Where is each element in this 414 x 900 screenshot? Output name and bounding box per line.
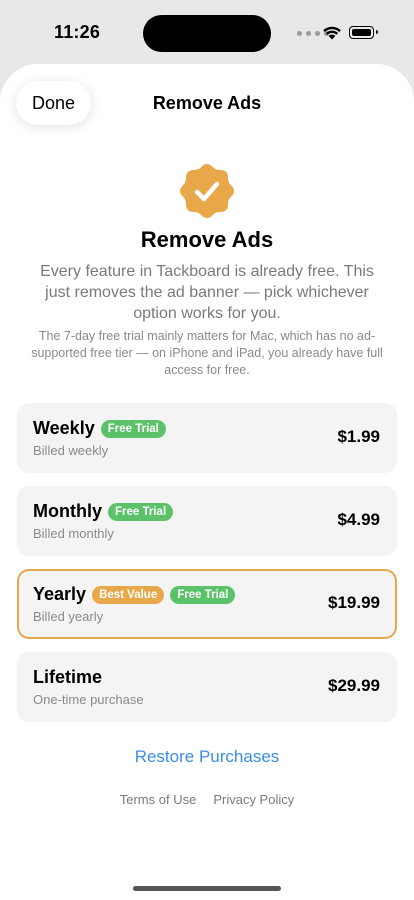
hero-title: Remove Ads — [140, 227, 274, 252]
plan-lifetime[interactable]: Lifetime One-time purchase $29.99 — [17, 652, 397, 722]
plan-name-row: Lifetime — [33, 667, 102, 688]
plan-subtitle: One-time purchase — [33, 692, 144, 707]
plan-subtitle: Billed monthly — [33, 526, 114, 541]
terms-of-use-link[interactable]: Terms of Use — [120, 792, 197, 807]
plan-name: Monthly — [33, 501, 102, 521]
plan-name: Weekly — [33, 418, 95, 438]
status-bar: 11:26 — [0, 0, 414, 62]
hero-description: Every feature in Tackboard is already fr… — [40, 263, 374, 322]
best-value-badge: Best Value — [92, 585, 165, 604]
plan-monthly[interactable]: Monthly Free Trial Billed monthly $4.99 — [17, 486, 397, 556]
restore-purchases-button[interactable]: Restore Purchases — [0, 747, 414, 767]
privacy-policy-link[interactable]: Privacy Policy — [213, 792, 294, 807]
plan-yearly[interactable]: Yearly Best Value Free Trial Billed year… — [17, 569, 397, 639]
plan-subtitle: Billed weekly — [33, 443, 109, 458]
plan-price: $4.99 — [337, 510, 380, 529]
sheet-title: Remove Ads — [152, 93, 262, 113]
home-indicator — [133, 886, 281, 891]
plan-price: $1.99 — [337, 427, 380, 446]
hero-note: The 7-day free trial mainly matters for … — [31, 329, 383, 377]
free-trial-badge: Free Trial — [170, 585, 236, 604]
battery-icon — [349, 26, 378, 39]
remove-ads-sheet: Done Remove Ads Remove Ads Every feature… — [0, 64, 414, 900]
status-time: 11:26 — [54, 22, 101, 42]
plan-name: Lifetime — [33, 667, 103, 687]
plan-price: $29.99 — [328, 676, 380, 695]
wifi-icon — [323, 26, 341, 40]
free-trial-badge: Free Trial — [108, 502, 174, 521]
dynamic-island — [143, 15, 271, 52]
plan-name: Yearly — [33, 584, 87, 604]
plan-name-row: Monthly Free Trial — [33, 501, 174, 522]
plan-name-row: Weekly Free Trial — [33, 418, 166, 439]
free-trial-badge: Free Trial — [100, 419, 166, 438]
checkmark-seal-icon — [180, 164, 234, 218]
footer-links: Terms of Use Privacy Policy — [0, 792, 414, 807]
plan-price: $19.99 — [328, 593, 380, 612]
plan-weekly[interactable]: Weekly Free Trial Billed weekly $1.99 — [17, 403, 397, 473]
plan-name-row: Yearly Best Value Free Trial — [33, 584, 236, 605]
plan-subtitle: Billed yearly — [33, 609, 104, 624]
